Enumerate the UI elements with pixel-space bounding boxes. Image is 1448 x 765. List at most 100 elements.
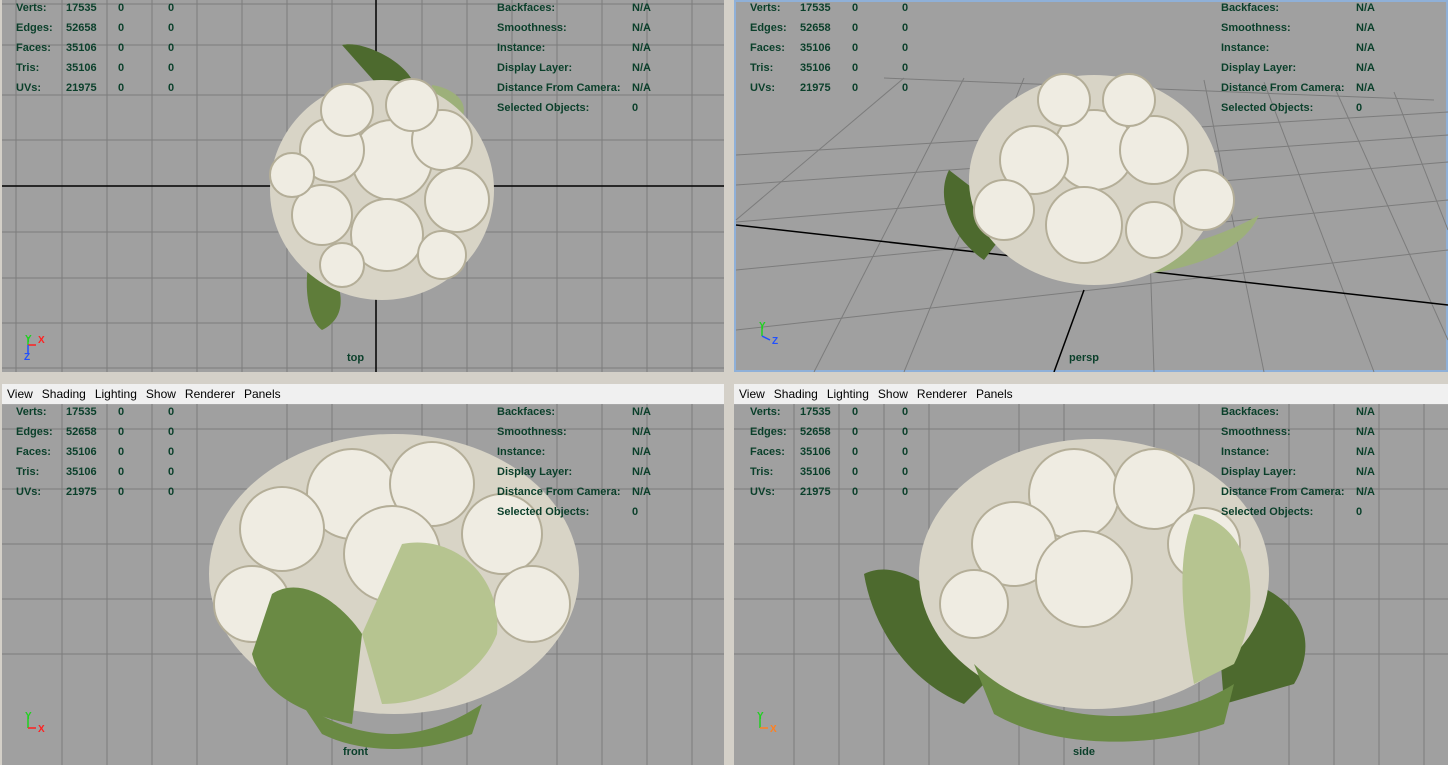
stat-row: Edges: 52658 0 0	[16, 422, 188, 442]
stat-value: 0	[118, 82, 125, 94]
info-label: Backfaces:	[497, 406, 556, 418]
stat-label: Faces:	[16, 446, 51, 458]
stat-value: 0	[168, 486, 175, 498]
stat-label: Verts:	[750, 2, 781, 14]
object-info-hud: Backfaces: N/A Smoothness: N/A Instance: N/A D…	[1221, 402, 1396, 522]
object-info-hud: Backfaces: N/A Smoothness: N/A Instance: N/A D…	[497, 0, 672, 118]
info-label: Instance:	[497, 446, 546, 458]
menu-renderer[interactable]: Renderer	[912, 384, 971, 401]
stat-row: Edges: 52658 0 0	[16, 18, 188, 38]
cauliflower-model[interactable]	[269, 44, 494, 330]
menu-shading[interactable]: Shading	[769, 384, 822, 401]
info-value: N/A	[1356, 62, 1375, 74]
stat-value: 0	[852, 62, 859, 74]
menu-show[interactable]: Show	[141, 384, 180, 401]
info-value: N/A	[632, 42, 651, 54]
stat-label: Faces:	[750, 42, 785, 54]
stat-value: 35106	[66, 62, 97, 74]
viewport-top[interactable]: Verts: 17535 0 0 Edges: 52658 0 0 Faces: 35106 0 0 T…	[2, 0, 724, 372]
info-row: Instance: N/A	[1221, 38, 1396, 58]
axis-indicator: Y Z	[756, 320, 786, 350]
axis-indicator: Y X	[754, 710, 784, 740]
info-label: Backfaces:	[497, 2, 556, 14]
stat-value: 21975	[66, 486, 97, 498]
stat-label: Edges:	[750, 426, 787, 438]
object-info-hud: Backfaces: N/A Smoothness: N/A Instance: N/A D…	[1221, 0, 1396, 118]
stat-value: 0	[118, 2, 125, 14]
menu-show[interactable]: Show	[873, 384, 912, 401]
stat-label: Tris:	[16, 62, 40, 74]
info-label: Display Layer:	[497, 62, 573, 74]
stat-label: Tris:	[750, 466, 774, 478]
info-value: N/A	[1356, 42, 1375, 54]
stat-value: 0	[902, 446, 909, 458]
poly-count-hud: Verts: 17535 0 0 Edges: 52658 0 0 Faces: 35106 0 0 T…	[16, 0, 188, 98]
stat-value: 0	[852, 406, 859, 418]
stat-label: Tris:	[16, 466, 40, 478]
stat-value: 0	[168, 82, 175, 94]
stat-value: 0	[852, 466, 859, 478]
info-row: Display Layer: N/A	[497, 462, 672, 482]
axis-indicator: Y X	[22, 710, 52, 740]
menu-lighting[interactable]: Lighting	[822, 384, 873, 401]
stat-value: 0	[852, 22, 859, 34]
stat-value: 0	[168, 406, 175, 418]
info-label: Smoothness:	[497, 22, 567, 34]
info-value: N/A	[632, 426, 651, 438]
stat-value: 52658	[800, 426, 831, 438]
stat-value: 35106	[800, 42, 831, 54]
menu-view[interactable]: View	[734, 384, 769, 401]
poly-count-hud: Verts: 17535 0 0 Edges: 52658 0 0 Faces: 35106 0 0 T…	[750, 0, 922, 98]
stat-row: Tris: 35106 0 0	[750, 58, 922, 78]
menu-shading[interactable]: Shading	[37, 384, 90, 401]
stat-value: 52658	[800, 22, 831, 34]
info-value: N/A	[1356, 406, 1375, 418]
viewport-persp[interactable]: Verts: 17535 0 0 Edges: 52658 0 0 Faces: 35106 0 0 T…	[734, 0, 1448, 372]
stat-value: 35106	[800, 466, 831, 478]
stat-value: 17535	[800, 406, 831, 418]
stat-value: 0	[852, 42, 859, 54]
viewport-camera-label: top	[347, 352, 365, 364]
info-label: Backfaces:	[1221, 2, 1280, 14]
info-row: Distance From Camera: N/A	[497, 78, 672, 98]
info-value: N/A	[632, 466, 651, 478]
stat-row: Tris: 35106 0 0	[750, 462, 922, 482]
info-value: N/A	[1356, 426, 1375, 438]
menu-panels[interactable]: Panels	[971, 384, 1017, 401]
menu-panels[interactable]: Panels	[239, 384, 285, 401]
info-value: N/A	[632, 82, 651, 94]
stat-value: 21975	[800, 82, 831, 94]
info-value: N/A	[1356, 22, 1375, 34]
info-label: Display Layer:	[1221, 466, 1297, 478]
stat-value: 0	[168, 426, 175, 438]
info-label: Selected Objects:	[1221, 506, 1314, 518]
stat-value: 0	[902, 426, 909, 438]
viewport-front[interactable]: View Shading Lighting Show Renderer Panels	[2, 384, 724, 765]
stat-row: Tris: 35106 0 0	[16, 58, 188, 78]
info-value: N/A	[1356, 466, 1375, 478]
stat-value: 0	[852, 426, 859, 438]
menu-lighting[interactable]: Lighting	[90, 384, 141, 401]
info-label: Selected Objects:	[1221, 102, 1314, 114]
stat-value: 0	[118, 406, 125, 418]
menu-renderer[interactable]: Renderer	[180, 384, 239, 401]
viewport-side[interactable]: View Shading Lighting Show Renderer Panels	[734, 384, 1448, 765]
stat-value: 0	[168, 2, 175, 14]
stat-value: 52658	[66, 22, 97, 34]
stat-label: Faces:	[16, 42, 51, 54]
stat-value: 0	[902, 406, 909, 418]
stat-label: Verts:	[750, 406, 781, 418]
stat-row: Verts: 17535 0 0	[16, 402, 188, 422]
stat-row: Edges: 52658 0 0	[750, 422, 922, 442]
viewport-camera-label: side	[1073, 746, 1096, 758]
info-row: Instance: N/A	[497, 38, 672, 58]
stat-value: 0	[168, 62, 175, 74]
stat-value: 0	[902, 62, 909, 74]
info-label: Distance From Camera:	[497, 82, 621, 94]
info-row: Display Layer: N/A	[1221, 462, 1396, 482]
info-value: N/A	[632, 2, 651, 14]
menu-view[interactable]: View	[2, 384, 37, 401]
info-value: N/A	[632, 62, 651, 74]
info-label: Smoothness:	[497, 426, 567, 438]
stat-value: 0	[168, 466, 175, 478]
